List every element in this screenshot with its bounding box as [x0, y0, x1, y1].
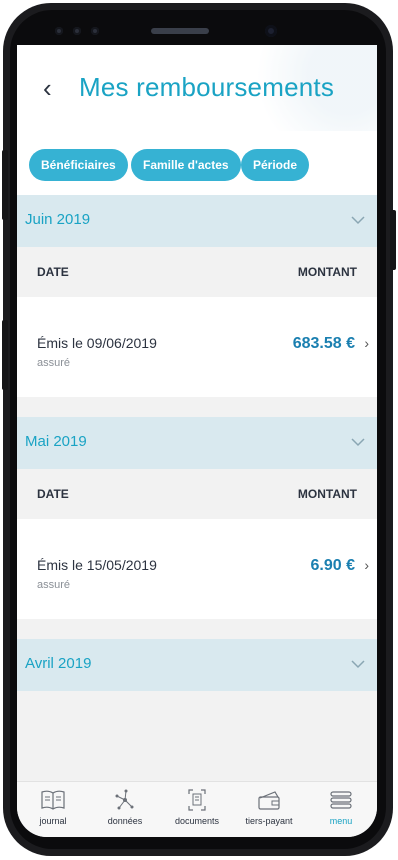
month-section-header[interactable]: Juin 2019 — [17, 195, 377, 247]
month-section-header[interactable]: Avril 2019 — [17, 639, 377, 691]
amount-value: 683.58 € — [292, 335, 355, 352]
filter-chip-periode[interactable]: Période — [241, 149, 310, 181]
column-header: DATE MONTANT — [17, 469, 377, 517]
network-icon — [115, 789, 134, 810]
reimbursement-row[interactable]: Émis le 09/06/2019 assuré 683.58 € › — [17, 297, 377, 397]
chevron-down-icon[interactable] — [351, 657, 365, 671]
page-title: Mes remboursements — [79, 72, 335, 102]
issue-date: Émis le 15/05/2019 — [37, 557, 157, 573]
nav-label: données — [107, 816, 143, 826]
column-amount: MONTANT — [297, 487, 357, 501]
amount-value: 6.90 € — [310, 557, 355, 574]
side-button-bixby — [2, 320, 8, 390]
nav-label: documents — [174, 816, 220, 826]
column-date: DATE — [37, 265, 69, 279]
nav-donnees[interactable]: données — [89, 782, 161, 837]
column-date: DATE — [37, 487, 69, 501]
month-label: Juin 2019 — [25, 211, 91, 228]
nav-tiers-payant[interactable]: tiers-payant — [233, 782, 305, 837]
side-button-power — [390, 210, 396, 270]
filter-chip-famille-actes[interactable]: Famille d'actes — [131, 149, 241, 181]
nav-journal[interactable]: journal — [17, 782, 89, 837]
side-button-volume — [2, 150, 8, 220]
column-amount: MONTANT — [297, 265, 357, 279]
card-wallet-icon — [258, 791, 280, 810]
beneficiary-label: assuré — [37, 357, 71, 369]
nav-menu[interactable]: menu — [305, 782, 377, 837]
chevron-right-icon[interactable]: › — [364, 335, 369, 351]
speaker-grille — [151, 28, 209, 34]
reimbursement-row[interactable]: Émis le 15/05/2019 assuré 6.90 € › — [17, 519, 377, 619]
chevron-left-icon[interactable]: ‹ — [43, 73, 52, 104]
chevron-down-icon[interactable] — [351, 435, 365, 449]
nav-label: tiers-payant — [245, 816, 293, 826]
nav-documents[interactable]: documents — [161, 782, 233, 837]
app-header: ‹ Mes remboursements — [17, 45, 377, 132]
month-label: Avril 2019 — [25, 655, 92, 672]
filter-bar: Bénéficiaires Famille d'actes Période — [17, 131, 377, 195]
month-section-header[interactable]: Mai 2019 — [17, 417, 377, 469]
chevron-down-icon[interactable] — [351, 213, 365, 227]
bottom-navigation: journal données documents tiers-payant m… — [17, 781, 377, 837]
nav-label: journal — [39, 816, 67, 826]
issue-date: Émis le 09/06/2019 — [37, 335, 157, 351]
document-scan-icon — [188, 789, 206, 811]
column-header: DATE MONTANT — [17, 247, 377, 295]
front-camera — [265, 25, 277, 37]
phone-sensors — [55, 18, 345, 44]
beneficiary-label: assuré — [37, 579, 71, 591]
menu-icon — [330, 791, 352, 809]
app-screen: ‹ Mes remboursements Bénéficiaires Famil… — [17, 45, 377, 837]
book-icon — [41, 790, 65, 810]
sensor-dot — [73, 27, 81, 35]
sensor-dot — [91, 27, 99, 35]
filter-chip-beneficiaires[interactable]: Bénéficiaires — [29, 149, 128, 181]
month-label: Mai 2019 — [25, 433, 87, 450]
sensor-dot — [55, 27, 63, 35]
chevron-right-icon[interactable]: › — [364, 557, 369, 573]
nav-label: menu — [329, 816, 353, 826]
